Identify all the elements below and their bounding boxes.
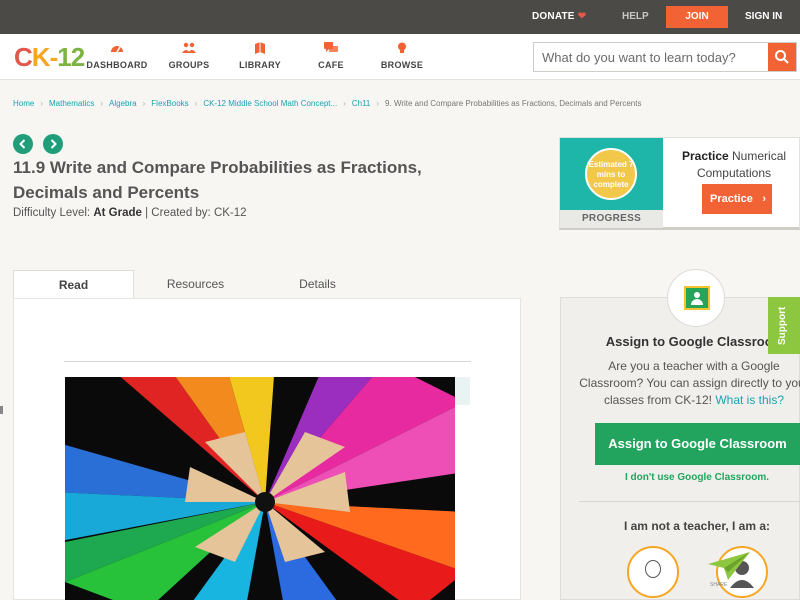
chevron-right-icon: ›	[343, 99, 346, 108]
nav-library[interactable]: LIBRARY	[225, 42, 295, 70]
heart-icon: ❤	[577, 11, 587, 22]
estimated-time-badge: Estimated 7 mins to complete	[585, 148, 637, 200]
search-box	[533, 42, 797, 72]
progress-label: PROGRESS	[560, 210, 663, 228]
assign-google-classroom-button[interactable]: Assign to Google Classroom	[595, 423, 800, 465]
breadcrumb-current: 9. Write and Compare Probabilities as Fr…	[385, 99, 642, 108]
search-icon	[775, 50, 789, 64]
chevron-right-icon: ›	[100, 99, 104, 108]
tab-resources[interactable]: Resources	[135, 270, 256, 298]
breadcrumb-mathematics[interactable]: Mathematics	[49, 99, 94, 108]
people-icon	[182, 42, 196, 53]
nav-dashboard[interactable]: DASHBOARD	[82, 42, 152, 70]
breadcrumb-chapter[interactable]: Ch11	[352, 99, 371, 108]
arrow-right-icon	[50, 139, 57, 149]
nav-groups[interactable]: GROUPS	[154, 42, 224, 70]
person-head	[694, 292, 700, 298]
created-by: | Created by: CK-12	[145, 207, 247, 219]
next-lesson-button[interactable]	[43, 134, 63, 154]
join-button[interactable]: JOIN	[666, 6, 728, 28]
sign-in-link[interactable]: SIGN IN	[745, 11, 782, 22]
difficulty-label: Difficulty Level:	[13, 207, 91, 219]
lesson-meta: Difficulty Level: At Grade | Created by:…	[13, 207, 247, 219]
donate-label: DONATE	[532, 11, 575, 22]
practice-button[interactable]: Practice ›	[702, 184, 772, 214]
chevron-right-icon: ›	[40, 99, 44, 108]
donate-link[interactable]: DONATE ❤	[532, 11, 586, 22]
practice-thumbnail[interactable]: Estimated 7 mins to complete PROGRESS	[560, 138, 663, 228]
nav-groups-label: GROUPS	[168, 60, 210, 70]
dont-use-classroom-link[interactable]: I don't use Google Classroom.	[561, 472, 800, 483]
bulb-icon	[398, 42, 406, 53]
breadcrumb: Home › Mathematics › Algebra › FlexBooks › CK-12…	[13, 99, 641, 108]
difficulty-value: At Grade	[93, 207, 142, 219]
chat-icon	[324, 42, 338, 52]
google-classroom-card: Assign to Google Classroom Are you a tea…	[560, 269, 800, 600]
nav-browse[interactable]: BROWSE	[367, 42, 437, 70]
logo-num: 12	[57, 42, 85, 72]
breadcrumb-home[interactable]: Home	[13, 99, 34, 108]
divider	[64, 361, 471, 362]
nav-dashboard-label: DASHBOARD	[86, 60, 148, 70]
google-classroom-icon	[667, 269, 725, 327]
classroom-description: Are you a teacher with a Google Classroo…	[579, 358, 800, 409]
book-icon	[255, 42, 265, 54]
search-input[interactable]	[534, 43, 770, 71]
support-tab[interactable]: Support	[768, 297, 800, 354]
chevron-right-icon: ›	[194, 99, 198, 108]
arrow-left-icon	[19, 139, 26, 149]
nav-cafe-label: CAFE	[318, 60, 344, 70]
breadcrumb-book[interactable]: CK-12 Middle School Math Concept...	[203, 99, 337, 108]
share-label: SHARE	[710, 582, 728, 588]
student-role-button[interactable]	[627, 546, 679, 598]
practice-button-label: Practice	[710, 193, 753, 205]
student-icon	[645, 560, 661, 578]
breadcrumb-algebra[interactable]: Algebra	[109, 99, 137, 108]
nav-browse-label: BROWSE	[380, 60, 424, 70]
divider	[579, 501, 800, 502]
edge-marker	[0, 406, 3, 414]
logo-c: C	[14, 42, 33, 72]
chevron-right-icon: ›	[762, 193, 766, 205]
logo-k: K	[31, 42, 51, 72]
practice-card: Estimated 7 mins to complete PROGRESS Pr…	[559, 137, 800, 230]
ck12-logo[interactable]: CK-12	[14, 42, 85, 73]
share-button[interactable]: SHARE	[706, 550, 752, 588]
chevron-right-icon: ›	[376, 99, 380, 108]
nav-library-label: LIBRARY	[239, 60, 281, 70]
person-body	[691, 299, 703, 305]
prev-lesson-button[interactable]	[13, 134, 33, 154]
support-label: Support	[777, 306, 788, 345]
breadcrumb-flexbooks[interactable]: FlexBooks	[151, 99, 188, 108]
classroom-heading: Assign to Google Classroom	[605, 334, 785, 349]
top-bar: DONATE ❤ HELP JOIN SIGN IN	[0, 0, 800, 34]
nav-cafe[interactable]: CAFE	[296, 42, 366, 70]
practice-title: Practice Numerical Computations	[670, 148, 798, 182]
gauge-icon	[111, 46, 123, 53]
search-button[interactable]	[768, 43, 796, 71]
pencils-illustration	[65, 377, 455, 600]
tab-read[interactable]: Read	[13, 270, 134, 298]
help-link[interactable]: HELP	[622, 11, 649, 22]
page-title: 11.9 Write and Compare Probabilities as …	[13, 158, 422, 202]
pencils-image	[65, 377, 455, 600]
tab-details[interactable]: Details	[257, 270, 378, 298]
practice-title-bold: Practice	[681, 149, 729, 163]
paper-plane-icon	[708, 552, 750, 580]
chevron-right-icon: ›	[142, 99, 146, 108]
what-is-this-link[interactable]: What is this?	[715, 393, 784, 407]
not-teacher-label: I am not a teacher, I am a:	[623, 519, 771, 533]
lesson-content	[13, 298, 521, 600]
classroom-board-icon	[684, 286, 710, 310]
